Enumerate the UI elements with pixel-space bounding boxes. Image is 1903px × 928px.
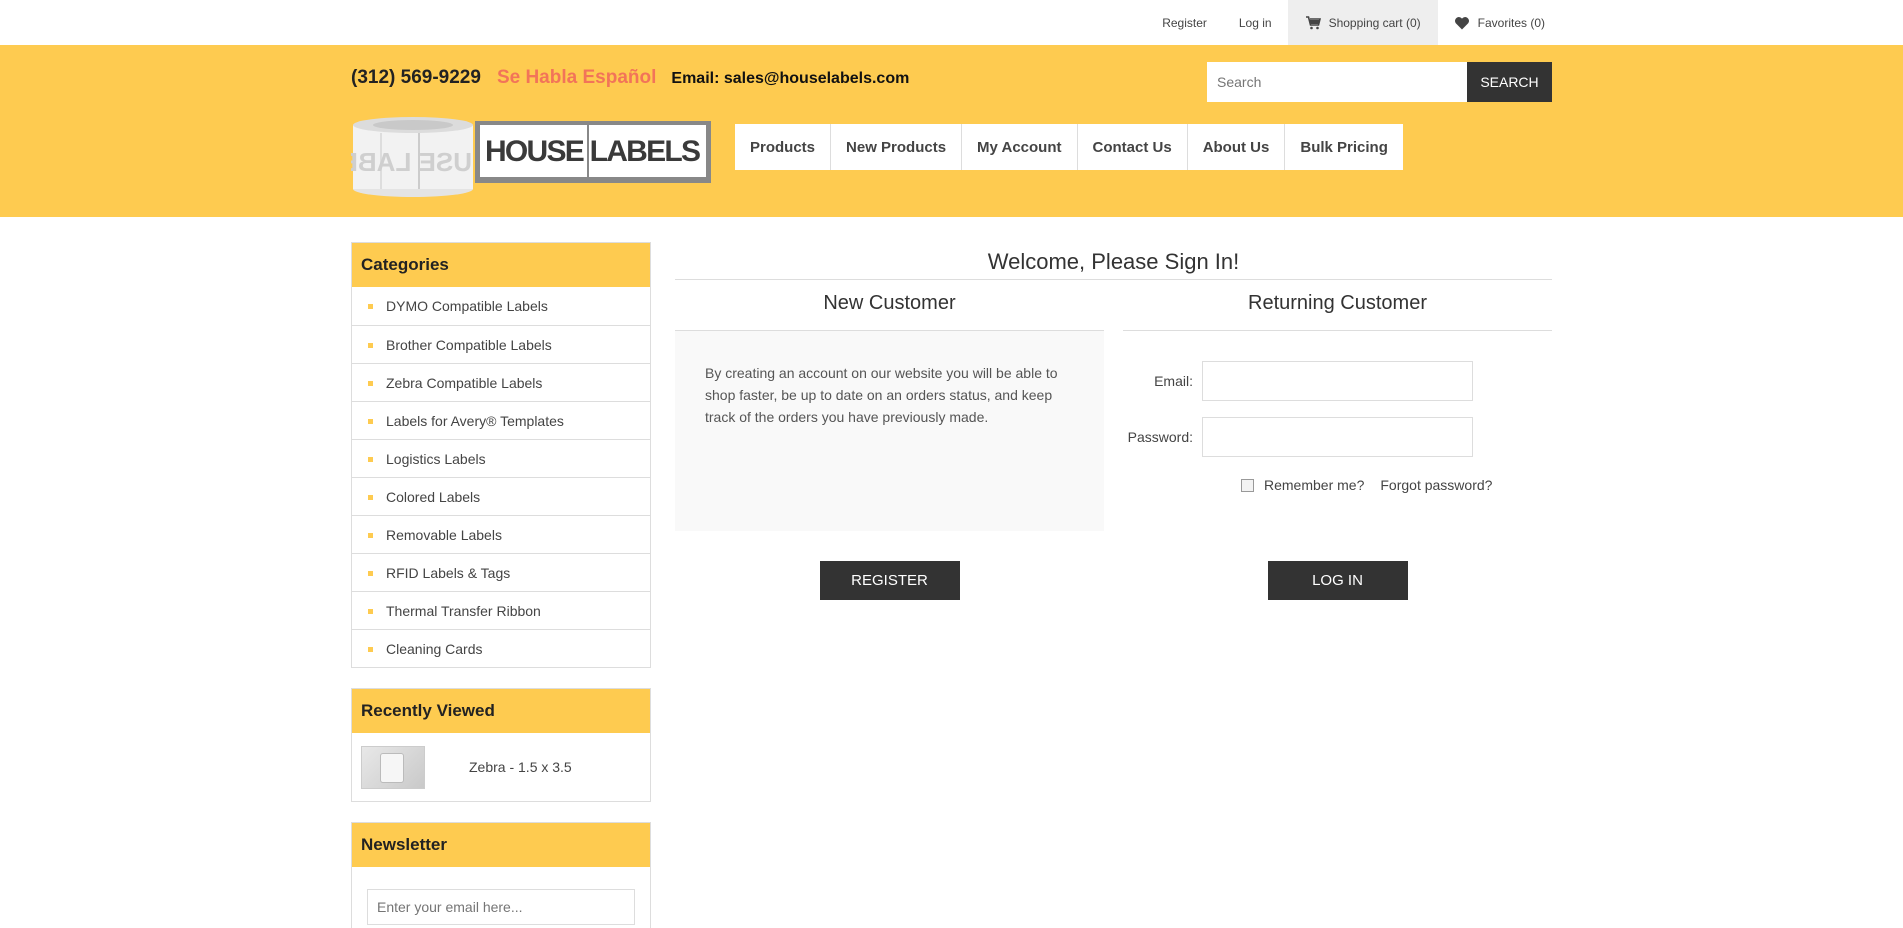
main-area: Categories DYMO Compatible Labels Brothe… bbox=[351, 217, 1552, 928]
login-button[interactable]: LOG IN bbox=[1267, 561, 1408, 600]
cart-icon bbox=[1305, 15, 1321, 29]
house-labels-logo: USE LABE HOUSE LABELS bbox=[341, 117, 711, 197]
nav-about-us[interactable]: About Us bbox=[1188, 124, 1286, 170]
category-item[interactable]: Thermal Transfer Ribbon bbox=[352, 591, 650, 629]
categories-block: Categories DYMO Compatible Labels Brothe… bbox=[351, 242, 651, 668]
category-item[interactable]: Logistics Labels bbox=[352, 439, 650, 477]
logo-text: HOUSE LABELS bbox=[485, 135, 701, 168]
product-thumbnail[interactable] bbox=[361, 745, 425, 789]
site-logo[interactable]: USE LABE HOUSE LABELS bbox=[341, 115, 713, 197]
newsletter-title: Newsletter bbox=[352, 823, 650, 867]
category-item[interactable]: Labels for Avery® Templates bbox=[352, 401, 650, 439]
email-label: Email: bbox=[1154, 373, 1193, 389]
contact-email: Email: sales@houselabels.com bbox=[671, 70, 910, 87]
sidebar: Categories DYMO Compatible Labels Brothe… bbox=[351, 242, 651, 928]
favorites-label: Favorites (0) bbox=[1477, 15, 1545, 30]
newsletter-form bbox=[352, 867, 650, 928]
search-input[interactable] bbox=[1207, 62, 1467, 102]
search-button[interactable]: SEARCH bbox=[1467, 62, 1552, 102]
category-item[interactable]: Cleaning Cards bbox=[352, 629, 650, 667]
category-list: DYMO Compatible Labels Brother Compatibl… bbox=[352, 287, 650, 667]
header-links: Register Log in Shopping cart (0) Favori… bbox=[1146, 0, 1561, 45]
recently-viewed-block: Recently Viewed Zebra - 1.5 x 3.5 bbox=[351, 688, 651, 802]
returning-customer-title: Returning Customer bbox=[1123, 280, 1552, 331]
register-link[interactable]: Register bbox=[1146, 0, 1223, 45]
password-label: Password: bbox=[1127, 429, 1193, 445]
nav-bulk-pricing[interactable]: Bulk Pricing bbox=[1285, 124, 1403, 170]
main-nav: Products New Products My Account Contact… bbox=[735, 124, 1403, 170]
shopping-cart-link[interactable]: Shopping cart (0) bbox=[1287, 0, 1438, 45]
remember-me-label: Remember me? bbox=[1264, 477, 1365, 493]
newsletter-block: Newsletter bbox=[351, 822, 651, 928]
category-item[interactable]: Zebra Compatible Labels bbox=[352, 363, 650, 401]
category-item[interactable]: Removable Labels bbox=[352, 515, 650, 553]
top-bar: Register Log in Shopping cart (0) Favori… bbox=[0, 0, 1903, 45]
login-content: Welcome, Please Sign In! New Customer By… bbox=[675, 242, 1552, 600]
category-item[interactable]: Brother Compatible Labels bbox=[352, 325, 650, 363]
page-title: Welcome, Please Sign In! bbox=[675, 242, 1552, 280]
nav-new-products[interactable]: New Products bbox=[831, 124, 963, 170]
nav-products[interactable]: Products bbox=[735, 124, 832, 170]
login-form: Email: Password: Remember me? Forgot pas… bbox=[1123, 331, 1552, 531]
heart-icon bbox=[1454, 16, 1469, 29]
recent-item: Zebra - 1.5 x 3.5 bbox=[352, 733, 650, 801]
nav-contact-us[interactable]: Contact Us bbox=[1078, 124, 1188, 170]
category-item[interactable]: RFID Labels & Tags bbox=[352, 553, 650, 591]
search-box: SEARCH bbox=[1207, 62, 1552, 102]
nav-my-account[interactable]: My Account bbox=[962, 124, 1078, 170]
remember-me-checkbox[interactable] bbox=[1241, 478, 1254, 492]
svg-text:USE LABE: USE LABE bbox=[351, 147, 472, 177]
category-item[interactable]: Colored Labels bbox=[352, 477, 650, 515]
newsletter-email-input[interactable] bbox=[367, 889, 635, 925]
site-header: (312) 569-9229 Se Habla Español Email: s… bbox=[0, 45, 1903, 217]
new-customer-section: New Customer By creating an account on o… bbox=[675, 280, 1104, 600]
email-field[interactable] bbox=[1202, 361, 1473, 401]
new-customer-text: By creating an account on our website yo… bbox=[675, 331, 1104, 531]
habla-espanol: Se Habla Español bbox=[496, 67, 657, 88]
register-button[interactable]: REGISTER bbox=[819, 561, 960, 600]
recently-viewed-title: Recently Viewed bbox=[352, 689, 650, 733]
favorites-link[interactable]: Favorites (0) bbox=[1438, 0, 1561, 45]
password-field[interactable] bbox=[1202, 417, 1473, 457]
phone-number: (312) 569-9229 bbox=[351, 67, 481, 88]
categories-title: Categories bbox=[352, 243, 650, 287]
cart-label: Shopping cart (0) bbox=[1328, 15, 1421, 30]
category-item[interactable]: DYMO Compatible Labels bbox=[352, 287, 650, 325]
recent-item-name[interactable]: Zebra - 1.5 x 3.5 bbox=[469, 759, 572, 775]
contact-info: (312) 569-9229 Se Habla Español Email: s… bbox=[351, 67, 909, 89]
forgot-password-link[interactable]: Forgot password? bbox=[1380, 477, 1492, 493]
returning-customer-section: Returning Customer Email: Password: Reme… bbox=[1123, 280, 1552, 600]
login-link[interactable]: Log in bbox=[1223, 0, 1288, 45]
new-customer-title: New Customer bbox=[675, 280, 1104, 331]
